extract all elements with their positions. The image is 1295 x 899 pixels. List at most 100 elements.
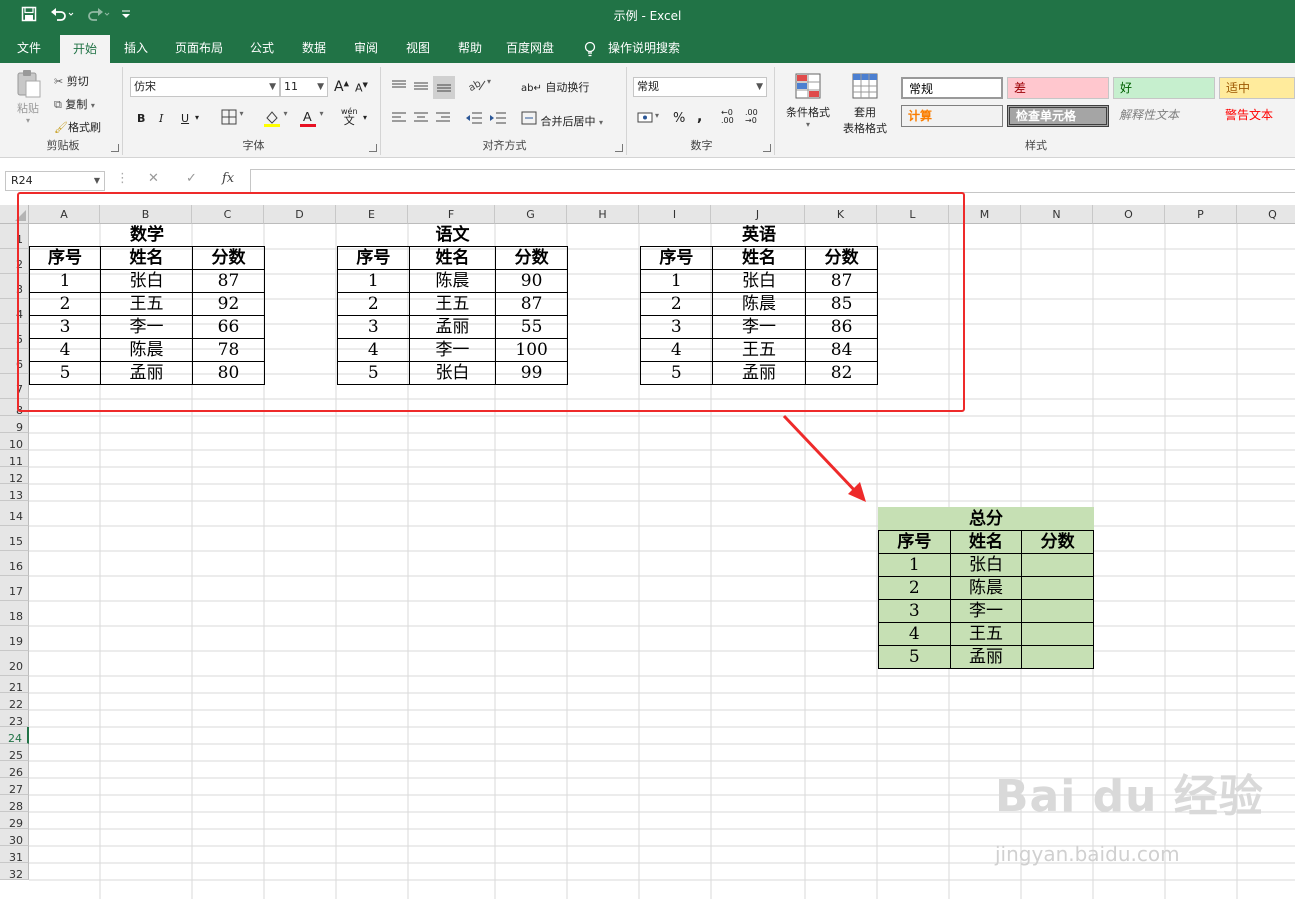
- conditional-format-button[interactable]: 条件格式 ▾: [783, 71, 833, 129]
- row-header[interactable]: 30: [0, 829, 29, 846]
- table-title[interactable]: 总分: [878, 507, 1094, 531]
- row-header[interactable]: 20: [0, 651, 29, 676]
- row-header[interactable]: 15: [0, 526, 29, 551]
- row-header[interactable]: 14: [0, 501, 29, 526]
- row-header[interactable]: 17: [0, 576, 29, 601]
- column-header[interactable]: Q: [1237, 205, 1295, 224]
- align-middle-icon[interactable]: [413, 79, 429, 96]
- style-good[interactable]: 好: [1113, 77, 1215, 99]
- style-calculation[interactable]: 计算: [901, 105, 1003, 127]
- tell-me-search[interactable]: 操作说明搜索: [604, 33, 684, 63]
- row-header[interactable]: 25: [0, 744, 29, 761]
- tab-data[interactable]: 数据: [292, 33, 336, 63]
- align-right-icon[interactable]: [435, 111, 451, 128]
- tab-help[interactable]: 帮助: [448, 33, 492, 63]
- row-header[interactable]: 16: [0, 551, 29, 576]
- number-format-select[interactable]: 常规 ▼: [633, 77, 767, 97]
- table-cell[interactable]: 孟丽: [949, 645, 1023, 669]
- name-box[interactable]: R24 ▼: [5, 171, 105, 191]
- style-warning[interactable]: 警告文本: [1219, 105, 1295, 127]
- row-header[interactable]: 13: [0, 484, 29, 501]
- table-cell[interactable]: 陈晨: [949, 576, 1023, 600]
- alignment-launcher-icon[interactable]: [615, 144, 623, 152]
- bold-button[interactable]: B: [137, 112, 145, 125]
- row-header[interactable]: 11: [0, 450, 29, 467]
- tab-formulas[interactable]: 公式: [240, 33, 284, 63]
- copy-button[interactable]: ⧉ 复制 ▾: [54, 96, 95, 112]
- table-cell[interactable]: [1021, 576, 1094, 600]
- number-launcher-icon[interactable]: [763, 144, 771, 152]
- table-cell[interactable]: [1021, 645, 1094, 669]
- percent-button[interactable]: %: [673, 111, 685, 126]
- cut-button[interactable]: ✂ 剪切: [54, 73, 89, 89]
- shrink-font-button[interactable]: A▼: [355, 81, 368, 95]
- fill-color-button[interactable]: ▾: [263, 109, 288, 130]
- row-header[interactable]: 9: [0, 416, 29, 433]
- decrease-indent-icon[interactable]: [465, 111, 483, 128]
- column-header[interactable]: P: [1165, 205, 1237, 224]
- tab-view[interactable]: 视图: [396, 33, 440, 63]
- decrease-decimal-icon[interactable]: .00 →0: [745, 109, 758, 125]
- wrap-text-button[interactable]: ab↵ 自动换行: [521, 79, 589, 95]
- phonetic-dropdown-icon[interactable]: ▾: [363, 113, 367, 122]
- italic-button[interactable]: I: [159, 112, 163, 125]
- format-painter-button[interactable]: 🖌格式刷: [54, 119, 101, 135]
- row-header[interactable]: 19: [0, 626, 29, 651]
- row-header[interactable]: 28: [0, 795, 29, 812]
- style-normal[interactable]: 常规: [901, 77, 1003, 99]
- row-header[interactable]: 21: [0, 676, 29, 693]
- tab-insert[interactable]: 插入: [114, 33, 158, 63]
- column-header[interactable]: O: [1093, 205, 1165, 224]
- row-header[interactable]: 22: [0, 693, 29, 710]
- table-cell[interactable]: 1: [878, 553, 951, 577]
- row-header[interactable]: 32: [0, 863, 29, 880]
- row-header[interactable]: 29: [0, 812, 29, 829]
- row-header[interactable]: 27: [0, 778, 29, 795]
- column-header[interactable]: N: [1021, 205, 1093, 224]
- table-cell[interactable]: 王五: [949, 622, 1023, 646]
- font-size-select[interactable]: 11 ▼: [280, 77, 328, 97]
- format-as-table-button[interactable]: 套用 表格格式: [835, 71, 895, 136]
- table-cell[interactable]: [1021, 622, 1094, 646]
- paste-dropdown-icon[interactable]: ▾: [12, 116, 44, 125]
- underline-dropdown-icon[interactable]: ▾: [195, 113, 199, 122]
- table-cell[interactable]: 李一: [949, 599, 1023, 623]
- row-header[interactable]: 26: [0, 761, 29, 778]
- row-header[interactable]: 12: [0, 467, 29, 484]
- style-explanatory[interactable]: 解释性文本: [1113, 105, 1215, 127]
- tab-baidu-netdisk[interactable]: 百度网盘: [500, 33, 560, 63]
- tab-review[interactable]: 审阅: [344, 33, 388, 63]
- align-bottom-icon[interactable]: [433, 76, 455, 99]
- font-name-select[interactable]: 仿宋 ▼: [130, 77, 280, 97]
- table-header-cell[interactable]: 序号: [878, 530, 951, 554]
- table-header-cell[interactable]: 分数: [1021, 530, 1094, 554]
- row-header[interactable]: 23: [0, 710, 29, 727]
- enter-icon[interactable]: ✓: [186, 171, 197, 191]
- font-launcher-icon[interactable]: [369, 144, 377, 152]
- tab-page-layout[interactable]: 页面布局: [166, 33, 232, 63]
- row-header[interactable]: 24: [0, 727, 29, 744]
- table-header-cell[interactable]: 姓名: [949, 530, 1023, 554]
- row-header[interactable]: 10: [0, 433, 29, 450]
- tab-home[interactable]: 开始: [60, 35, 110, 63]
- merge-center-button[interactable]: 合并后居中 ▾: [521, 111, 603, 129]
- table-cell[interactable]: 5: [878, 645, 951, 669]
- borders-button[interactable]: ▾: [221, 109, 244, 128]
- table-cell[interactable]: 张白: [949, 553, 1023, 577]
- font-color-button[interactable]: A ▾: [299, 109, 324, 130]
- style-neutral[interactable]: 适中: [1219, 77, 1295, 99]
- align-top-icon[interactable]: [391, 79, 407, 96]
- formula-input[interactable]: [250, 169, 1295, 193]
- row-header[interactable]: 31: [0, 846, 29, 863]
- orientation-button[interactable]: ab ▾: [467, 77, 491, 96]
- tab-file[interactable]: 文件: [6, 33, 52, 63]
- cancel-icon[interactable]: ✕: [148, 171, 159, 191]
- table-cell[interactable]: 2: [878, 576, 951, 600]
- increase-decimal-icon[interactable]: ←0.00: [721, 109, 734, 125]
- clipboard-launcher-icon[interactable]: [111, 144, 119, 152]
- grow-font-button[interactable]: A▲: [334, 79, 349, 95]
- align-center-icon[interactable]: [413, 111, 429, 128]
- row-header[interactable]: 18: [0, 601, 29, 626]
- table-cell[interactable]: 4: [878, 622, 951, 646]
- table-cell[interactable]: [1021, 599, 1094, 623]
